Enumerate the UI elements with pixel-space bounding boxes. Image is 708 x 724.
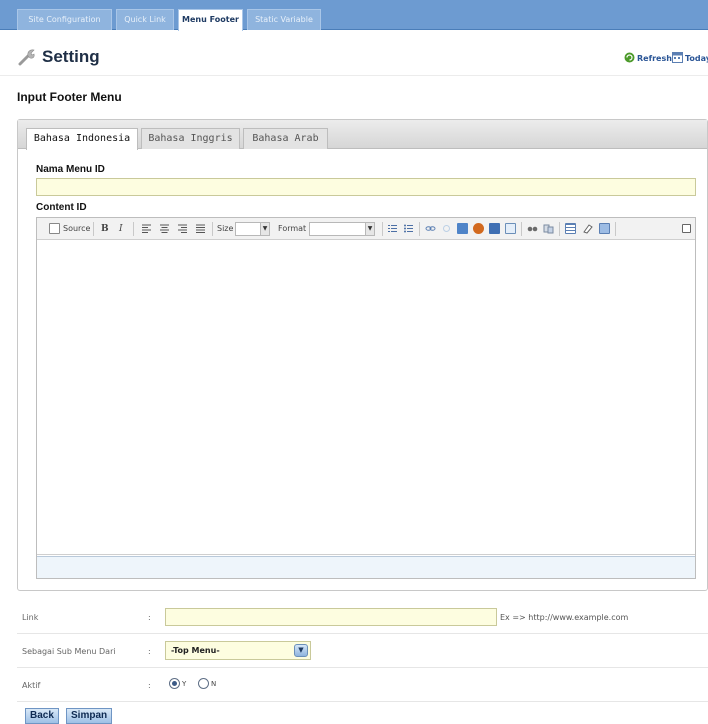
refresh-link[interactable]: Refresh xyxy=(637,54,672,63)
submenu-row: Sebagai Sub Menu Dari : -Top Menu- ▼ xyxy=(17,636,708,668)
editor-content-area[interactable] xyxy=(37,240,695,555)
link-colon: : xyxy=(148,613,151,622)
size-select[interactable]: ▼ xyxy=(235,222,270,236)
aktif-radio-n-label: N xyxy=(211,680,217,688)
size-label: Size xyxy=(217,224,234,233)
grid-icon[interactable] xyxy=(565,223,576,234)
today-link[interactable]: Today xyxy=(685,54,708,63)
tab-menu-footer[interactable]: Menu Footer xyxy=(178,9,243,31)
language-tab-bar: Bahasa Indonesia Bahasa Inggris Bahasa A… xyxy=(18,120,707,150)
flash-icon[interactable] xyxy=(473,223,484,234)
nama-menu-label: Nama Menu ID xyxy=(36,164,105,175)
aktif-label: Aktif xyxy=(22,681,41,690)
link-hint: Ex => http://www.example.com xyxy=(500,613,629,622)
page-title: Setting xyxy=(42,47,100,66)
aktif-radio-n[interactable] xyxy=(198,678,209,689)
tab-bahasa-arab[interactable]: Bahasa Arab xyxy=(243,128,328,149)
calendar-icon[interactable] xyxy=(672,52,683,63)
toolbar-divider xyxy=(419,222,420,236)
eraser-icon[interactable] xyxy=(582,223,593,234)
submenu-select[interactable]: -Top Menu- ▼ xyxy=(165,641,311,660)
align-center-icon[interactable] xyxy=(159,223,170,234)
maximize-icon[interactable] xyxy=(599,223,610,234)
toolbar-divider xyxy=(133,222,134,236)
link-label: Link xyxy=(22,613,39,622)
tab-static-variable[interactable]: Static Variable xyxy=(247,9,321,30)
submenu-label: Sebagai Sub Menu Dari xyxy=(22,647,116,656)
format-select[interactable]: ▼ xyxy=(309,222,375,236)
top-tab-bar: Site Configuration Quick Link Menu Foote… xyxy=(0,0,708,31)
aktif-row: Aktif : Y N xyxy=(17,670,708,702)
toolbar-divider xyxy=(382,222,383,236)
tab-bahasa-indonesia[interactable]: Bahasa Indonesia xyxy=(26,128,138,150)
format-label: Format xyxy=(278,224,307,233)
section-title: Input Footer Menu xyxy=(17,90,122,104)
find-icon[interactable] xyxy=(527,223,538,234)
bullet-list-icon[interactable] xyxy=(403,223,414,234)
toolbar-divider xyxy=(559,222,560,236)
content-label: Content ID xyxy=(36,202,87,213)
toolbar-divider xyxy=(521,222,522,236)
link-input[interactable] xyxy=(165,608,497,626)
toolbar-divider xyxy=(212,222,213,236)
tab-site-configuration[interactable]: Site Configuration xyxy=(17,9,112,30)
unlink-icon[interactable] xyxy=(441,223,452,234)
aktif-radio-y[interactable] xyxy=(169,678,180,689)
submenu-selected-value: -Top Menu- xyxy=(171,646,220,655)
toolbar-divider xyxy=(615,222,616,236)
aktif-radio-y-label: Y xyxy=(182,680,187,688)
toolbar-divider xyxy=(93,222,94,236)
chevron-down-icon: ▼ xyxy=(365,223,374,235)
image-icon[interactable] xyxy=(457,223,468,234)
align-left-icon[interactable] xyxy=(141,223,152,234)
simpan-button[interactable]: Simpan xyxy=(66,708,113,724)
content-panel: Bahasa Indonesia Bahasa Inggris Bahasa A… xyxy=(17,119,708,591)
page-header: Setting Refresh Today xyxy=(0,30,708,76)
numbered-list-icon[interactable] xyxy=(387,223,398,234)
editor-toolbar: Source B I Size ▼ Format ▼ xyxy=(37,218,695,240)
tab-quick-link[interactable]: Quick Link xyxy=(116,9,174,30)
table-icon[interactable] xyxy=(505,223,516,234)
source-icon[interactable] xyxy=(49,223,60,234)
chevron-down-icon: ▼ xyxy=(260,223,269,235)
rich-text-editor: Source B I Size ▼ Format ▼ xyxy=(36,217,696,579)
collapse-toolbar-icon[interactable] xyxy=(682,224,691,233)
align-right-icon[interactable] xyxy=(177,223,188,234)
editor-status-bar xyxy=(37,556,695,578)
replace-icon[interactable] xyxy=(543,223,554,234)
align-justify-icon[interactable] xyxy=(195,223,206,234)
nama-menu-input[interactable] xyxy=(36,178,696,196)
media-icon[interactable] xyxy=(489,223,500,234)
chevron-down-icon[interactable]: ▼ xyxy=(294,644,308,657)
wrench-icon xyxy=(18,48,36,69)
back-button[interactable]: Back xyxy=(25,708,59,724)
bold-button[interactable]: B xyxy=(101,222,109,236)
italic-button[interactable]: I xyxy=(119,222,123,236)
submenu-colon: : xyxy=(148,647,151,656)
aktif-colon: : xyxy=(148,681,151,690)
refresh-icon[interactable] xyxy=(624,52,635,63)
tab-bahasa-inggris[interactable]: Bahasa Inggris xyxy=(141,128,240,149)
source-button[interactable]: Source xyxy=(63,222,90,236)
link-row: Link : Ex => http://www.example.com xyxy=(17,602,708,634)
link-icon[interactable] xyxy=(425,223,436,234)
